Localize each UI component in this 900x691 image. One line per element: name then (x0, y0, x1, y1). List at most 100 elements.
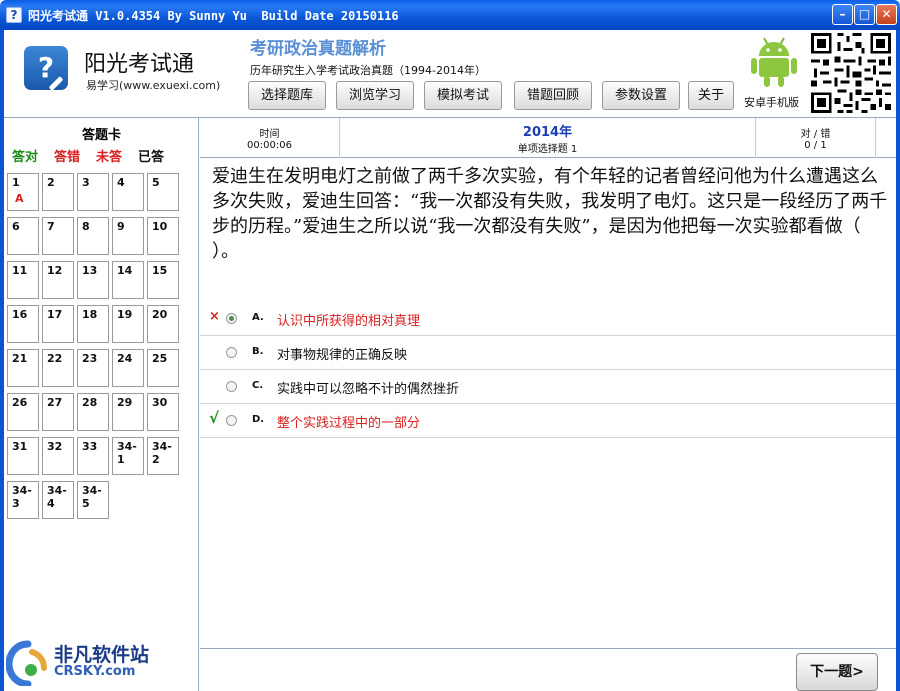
watermark: 非凡软件站 CRSKY.com (5, 640, 162, 688)
mock-exam-button[interactable]: 模拟考试 (424, 81, 502, 110)
year-label: 2014年 (522, 125, 573, 140)
browse-study-button[interactable]: 浏览学习 (336, 81, 414, 110)
option-c-radio[interactable] (226, 381, 237, 392)
answer-card-cell[interactable]: 20 (147, 305, 179, 343)
question-type: 单项选择题 1 (517, 144, 578, 155)
year-cell: 2014年 单项选择题 1 (340, 118, 756, 158)
answer-card-cell[interactable]: 6 (7, 217, 39, 255)
answer-card-title: 答题卡 (81, 128, 121, 143)
answer-card-cell[interactable]: 11 (7, 261, 39, 299)
answer-card-cell[interactable]: 30 (147, 393, 179, 431)
answer-card-cell[interactable]: 23 (77, 349, 109, 387)
answer-card-cell[interactable]: 14 (112, 261, 144, 299)
cell-number: 30 (152, 396, 168, 409)
score-cell: 对 / 错 0 / 1 (756, 118, 876, 158)
answer-card-cell[interactable]: 34-5 (77, 481, 109, 519)
app-name: 阳光考试通 (84, 52, 195, 77)
cell-answer: A (15, 192, 24, 205)
watermark-url: CRSKY.com (54, 664, 136, 679)
title-bar: ? 阳光考试通 V1.0.4354 By Sunny Yu Build Date… (0, 0, 900, 30)
answer-card-cell[interactable]: 27 (42, 393, 74, 431)
cell-number: 16 (12, 308, 28, 321)
close-button[interactable]: ✕ (876, 4, 897, 25)
option-c-letter: C. (252, 380, 264, 391)
about-button[interactable]: 关于 (688, 81, 734, 110)
cell-number: 34-4 (47, 484, 67, 510)
cell-number: 34-1 (117, 440, 137, 466)
answer-card-cell[interactable]: 32 (42, 437, 74, 475)
option-c[interactable]: C. 实践中可以忽略不计的偶然挫折 (200, 370, 896, 404)
answer-card-cell[interactable]: 25 (147, 349, 179, 387)
select-bank-button[interactable]: 选择题库 (248, 81, 326, 110)
answer-card-cell[interactable]: 5 (147, 173, 179, 211)
answer-card-cell[interactable]: 7 (42, 217, 74, 255)
answer-card-cell[interactable]: 17 (42, 305, 74, 343)
answer-card-cell[interactable]: 21 (7, 349, 39, 387)
answer-card-cell[interactable]: 4 (112, 173, 144, 211)
option-b-radio[interactable] (226, 347, 237, 358)
check-mark-icon: √ (209, 409, 220, 427)
answer-card-cell[interactable]: 8 (77, 217, 109, 255)
answer-card-cell[interactable]: 28 (77, 393, 109, 431)
answer-card-cell[interactable]: 1A (7, 173, 39, 211)
cell-number: 5 (152, 176, 160, 189)
settings-button[interactable]: 参数设置 (602, 81, 680, 110)
answer-card-cell[interactable]: 16 (7, 305, 39, 343)
cell-number: 25 (152, 352, 168, 365)
cell-number: 12 (47, 264, 63, 277)
cell-number: 34-2 (152, 440, 172, 466)
option-a-letter: A. (252, 312, 264, 323)
answer-card-cell[interactable]: 18 (77, 305, 109, 343)
answer-card-cell[interactable]: 31 (7, 437, 39, 475)
answer-card-cell[interactable]: 15 (147, 261, 179, 299)
app-site: 易学习(www.exuexi.com) (86, 79, 221, 92)
minimize-button[interactable]: – (832, 4, 853, 25)
option-a-radio[interactable] (226, 313, 237, 324)
answer-card-cell[interactable]: 34-1 (112, 437, 144, 475)
answer-card-cell[interactable]: 34-4 (42, 481, 74, 519)
android-label[interactable]: 安卓手机版 (744, 94, 799, 110)
cell-number: 18 (82, 308, 98, 321)
maximize-button[interactable]: □ (854, 4, 875, 25)
option-a[interactable]: × A. 认识中所获得的相对真理 (200, 302, 896, 336)
question-text: 爱迪生在发明电灯之前做了两千多次实验，有个年轻的记者曾经问他为什么遭遇这么多次失… (212, 166, 888, 262)
next-question-button[interactable]: 下一题> (796, 653, 878, 691)
option-d-text: 整个实践过程中的一部分 (277, 416, 421, 431)
cell-number: 7 (47, 220, 55, 233)
answer-card-cell[interactable]: 29 (112, 393, 144, 431)
wrong-review-button[interactable]: 错题回顾 (514, 81, 592, 110)
answer-card-cell[interactable]: 10 (147, 217, 179, 255)
option-b[interactable]: B. 对事物规律的正确反映 (200, 336, 896, 370)
answer-card-cell[interactable]: 13 (77, 261, 109, 299)
bottom-bar: 下一题> (200, 648, 896, 691)
cell-number: 28 (82, 396, 98, 409)
qr-code-icon (807, 30, 895, 116)
answer-card-cell[interactable]: 34-3 (7, 481, 39, 519)
answer-card-cell[interactable]: 22 (42, 349, 74, 387)
exam-title: 考研政治真题解析 (250, 39, 386, 59)
answer-card-cell[interactable]: 34-2 (147, 437, 179, 475)
android-icon[interactable] (750, 34, 798, 88)
cell-number: 20 (152, 308, 168, 321)
window-title: 阳光考试通 V1.0.4354 By Sunny Yu Build Date 2… (28, 9, 399, 23)
answer-card-cell[interactable]: 3 (77, 173, 109, 211)
option-c-text: 实践中可以忽略不计的偶然挫折 (277, 382, 460, 397)
answer-card-cell[interactable]: 9 (112, 217, 144, 255)
option-d-letter: D. (252, 414, 265, 425)
legend-answered: 已答 (138, 150, 165, 165)
cell-number: 3 (82, 176, 90, 189)
cell-number: 17 (47, 308, 63, 321)
answer-card-cell[interactable]: 12 (42, 261, 74, 299)
answer-card-cell[interactable]: 19 (112, 305, 144, 343)
answer-card-cell[interactable]: 24 (112, 349, 144, 387)
answer-card-cell[interactable]: 33 (77, 437, 109, 475)
cell-number: 11 (12, 264, 28, 277)
option-d-radio[interactable] (226, 415, 237, 426)
cell-number: 8 (82, 220, 90, 233)
cell-number: 34-3 (12, 484, 32, 510)
answer-card-cell[interactable]: 2 (42, 173, 74, 211)
cell-number: 14 (117, 264, 133, 277)
option-d[interactable]: √ D. 整个实践过程中的一部分 (200, 404, 896, 438)
answer-card-cell[interactable]: 26 (7, 393, 39, 431)
window-frame-right (896, 30, 900, 691)
